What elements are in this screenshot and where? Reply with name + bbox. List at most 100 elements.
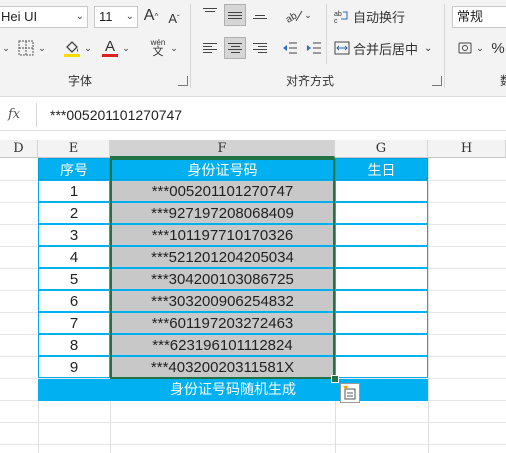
seq-cell[interactable]: 4 <box>38 246 110 268</box>
column-header-label: H <box>460 141 473 156</box>
font-color-bar <box>102 54 118 57</box>
alignment-dialog-launcher-icon[interactable] <box>432 76 442 86</box>
formula-input[interactable]: ***005201101270747 <box>50 107 182 123</box>
gridline <box>0 422 506 423</box>
group-separator <box>444 4 445 88</box>
birthday-cell[interactable] <box>335 224 428 246</box>
id-cell[interactable]: ***40320020311581X <box>110 356 335 378</box>
group-separator <box>190 4 191 88</box>
wrap-text-button[interactable]: ab c 自动换行 <box>334 6 414 26</box>
font-dialog-launcher-icon[interactable] <box>178 76 188 86</box>
align-center-button[interactable] <box>224 37 246 59</box>
border-dropdown-arrow[interactable]: ⌄ <box>38 40 46 56</box>
header-cell-id[interactable]: 身份证号码 <box>110 158 335 180</box>
font-size-box[interactable]: 11 ⌄ <box>94 6 138 28</box>
fill-color-button[interactable] <box>62 37 82 59</box>
birthday-cell[interactable] <box>335 246 428 268</box>
svg-text:c: c <box>334 18 338 24</box>
orientation-dropdown-arrow[interactable]: ⌄ <box>304 8 312 22</box>
id-cell[interactable]: ***304200103086725 <box>110 268 335 290</box>
bottom-align-button[interactable] <box>250 4 270 24</box>
grow-font-button[interactable]: A ^ <box>141 6 161 26</box>
currency-icon <box>458 42 472 54</box>
id-cell[interactable]: ***601197203272463 <box>110 312 335 334</box>
svg-text:ab: ab <box>334 11 342 18</box>
align-right-button[interactable] <box>250 38 270 58</box>
seq-cell[interactable]: 3 <box>38 224 110 246</box>
seq-cell[interactable]: 5 <box>38 268 110 290</box>
font-color-button[interactable]: A <box>100 37 120 59</box>
number-group-label-partial: 数 <box>500 72 506 89</box>
seq-cell[interactable]: 6 <box>38 290 110 312</box>
column-header-g[interactable]: G <box>335 140 428 158</box>
percent-label: % <box>491 39 505 57</box>
seq-cell[interactable]: 9 <box>38 356 110 378</box>
shrink-font-button[interactable]: Aˇ <box>164 8 184 28</box>
formula-bar-separator <box>36 103 37 127</box>
underline-dropdown-arrow[interactable]: ⌄ <box>2 40 10 56</box>
font-size-value: 11 <box>99 9 113 24</box>
header-cell-seq[interactable]: 序号 <box>38 158 110 180</box>
align-left-button[interactable] <box>200 38 220 58</box>
birthday-cell[interactable] <box>335 290 428 312</box>
birthday-cell[interactable] <box>335 202 428 224</box>
shrink-font-label: A <box>168 10 177 26</box>
wrap-text-label: 自动换行 <box>353 9 406 25</box>
id-cell[interactable]: ***623196101112824 <box>110 334 335 356</box>
increase-indent-icon <box>307 42 321 54</box>
phonetic-wen-char: 文 <box>152 45 164 58</box>
orientation-icon: ab <box>284 10 303 23</box>
chevron-down-icon[interactable]: ⌄ <box>126 7 134 27</box>
phonetic-button[interactable]: wén 文 <box>146 36 170 60</box>
wrap-text-icon: ab c <box>334 11 348 24</box>
number-format-box[interactable]: 常规 <box>452 6 506 28</box>
fill-color-dropdown-arrow[interactable]: ⌄ <box>84 40 92 56</box>
header-cell-birthday[interactable]: 生日 <box>335 158 428 180</box>
merge-center-label: 合并后居中 <box>353 41 419 57</box>
birthday-cell[interactable] <box>335 268 428 290</box>
font-name-box[interactable]: Hei UI ⌄ <box>0 6 88 28</box>
fill-handle[interactable] <box>331 375 339 383</box>
increase-indent-button[interactable] <box>304 38 324 58</box>
column-header-f[interactable]: F <box>110 140 335 158</box>
top-align-button[interactable] <box>200 4 220 24</box>
group-separator <box>326 4 327 64</box>
birthday-cell[interactable] <box>335 312 428 334</box>
percent-button[interactable]: % <box>490 38 506 58</box>
id-cell[interactable]: ***005201101270747 <box>110 180 335 202</box>
column-header-d[interactable]: D <box>0 140 38 158</box>
phonetic-dropdown-arrow[interactable]: ⌄ <box>170 40 178 56</box>
column-header-label: F <box>217 141 227 156</box>
quick-analysis-button[interactable] <box>340 383 360 403</box>
chevron-down-icon[interactable]: ⌄ <box>424 43 432 54</box>
merge-center-button[interactable]: 合并后居中 ⌄ <box>334 38 434 58</box>
id-cell[interactable]: ***101197710170326 <box>110 224 335 246</box>
decrease-indent-button[interactable] <box>280 38 300 58</box>
middle-align-button[interactable] <box>224 4 246 26</box>
birthday-cell[interactable] <box>335 356 428 378</box>
orientation-button[interactable]: ab <box>282 6 306 24</box>
seq-cell[interactable]: 2 <box>38 202 110 224</box>
birthday-cell[interactable] <box>335 180 428 202</box>
alignment-group-label: 对齐方式 <box>286 74 335 88</box>
insert-function-icon[interactable]: fx <box>8 107 20 122</box>
decrease-indent-icon <box>283 42 297 54</box>
font-group-label: 字体 <box>68 74 93 88</box>
id-cell[interactable]: ***521201204205034 <box>110 246 335 268</box>
seq-cell[interactable]: 8 <box>38 334 110 356</box>
column-header-h[interactable]: H <box>428 140 506 158</box>
seq-cell[interactable]: 7 <box>38 312 110 334</box>
birthday-cell[interactable] <box>335 334 428 356</box>
fill-color-bar <box>64 53 80 57</box>
id-cell[interactable]: ***927197208068409 <box>110 202 335 224</box>
accounting-dropdown-arrow[interactable]: ⌄ <box>476 40 484 56</box>
chevron-down-icon[interactable]: ⌄ <box>76 7 84 27</box>
accounting-format-button[interactable] <box>456 38 476 58</box>
border-button[interactable] <box>16 38 36 58</box>
column-header-e[interactable]: E <box>38 140 110 158</box>
column-header-label: D <box>13 141 24 156</box>
seq-cell[interactable]: 1 <box>38 180 110 202</box>
id-cell[interactable]: ***303200906254832 <box>110 290 335 312</box>
footer-merged-cell[interactable]: 身份证号码随机生成 <box>38 379 428 401</box>
font-color-dropdown-arrow[interactable]: ⌄ <box>122 40 130 56</box>
